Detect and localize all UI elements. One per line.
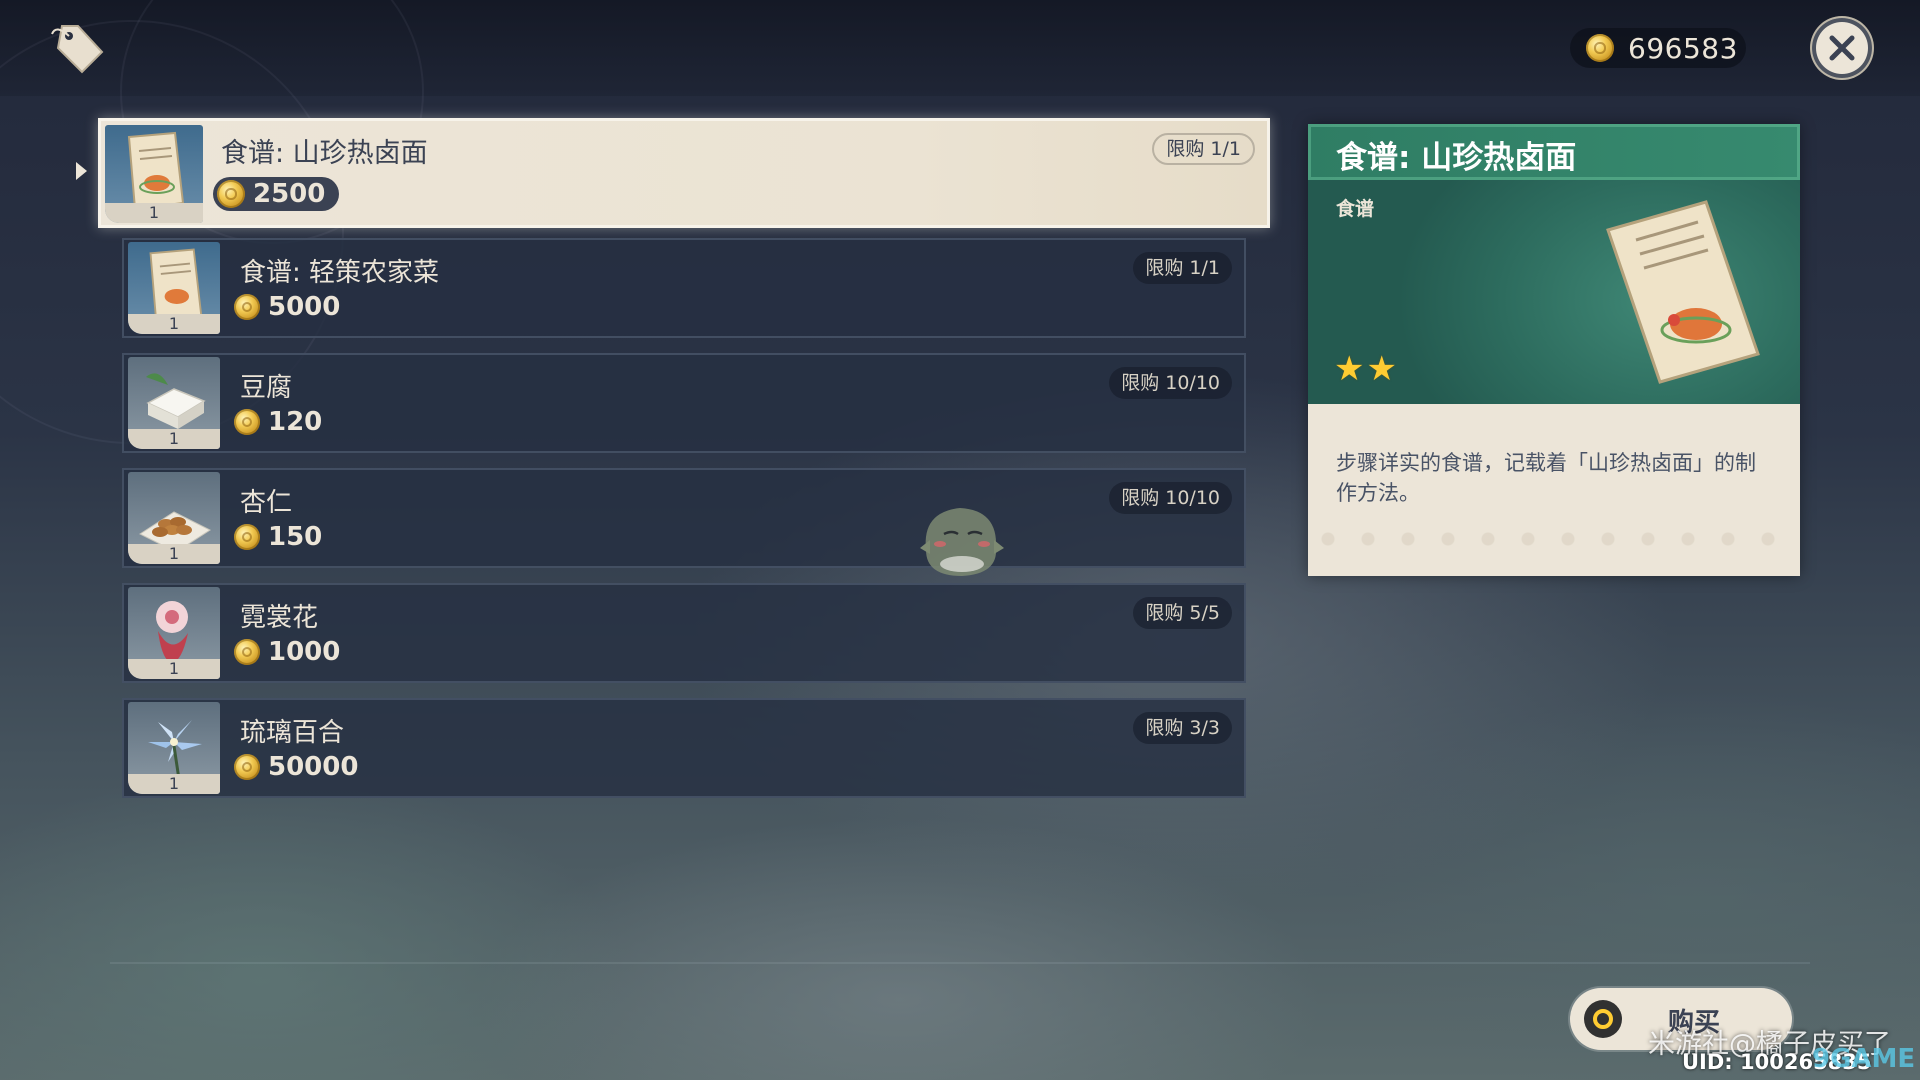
- currency-amount: 696583: [1628, 31, 1738, 65]
- close-icon: [1829, 35, 1855, 61]
- price-tag-icon: [48, 20, 108, 76]
- rarity-stars: ★ ★: [1334, 352, 1399, 386]
- item-quantity: 1: [128, 429, 220, 449]
- shop-item-row[interactable]: 1 霓裳花 1000 限购 5/5: [122, 583, 1246, 683]
- purchase-limit-badge: 限购 1/1: [1133, 252, 1232, 284]
- price-value: 2500: [253, 179, 326, 209]
- star-icon: ★: [1366, 349, 1397, 389]
- currency-display: 696583: [1570, 28, 1746, 68]
- glaze-lily-icon: 1: [128, 702, 220, 794]
- item-detail-panel: 食谱: 山珍热卤面 食谱 ★ ★ 步骤详实的食谱，记载着「山珍热卤面」的制作方法…: [1308, 124, 1800, 576]
- detail-hero: 食谱 ★ ★: [1308, 180, 1800, 404]
- price-value: 5000: [268, 292, 341, 322]
- star-icon: ★: [1334, 349, 1365, 389]
- item-price: 120: [234, 405, 322, 439]
- item-quantity: 1: [128, 544, 220, 564]
- price-value: 150: [268, 522, 323, 552]
- item-price: 50000: [234, 750, 358, 784]
- divider: [110, 962, 1810, 964]
- tofu-icon: 1: [128, 357, 220, 449]
- purchase-limit-badge: 限购 10/10: [1109, 367, 1232, 399]
- item-name: 食谱: 轻策农家菜: [240, 258, 440, 288]
- purchase-limit-badge: 限购 1/1: [1152, 133, 1255, 165]
- shop-item-row[interactable]: 1 食谱: 轻策农家菜 5000 限购 1/1: [122, 238, 1246, 338]
- shop-item-row[interactable]: 1 食谱: 山珍热卤面 2500 限购 1/1: [98, 118, 1270, 228]
- item-description: 步骤详实的食谱，记载着「山珍热卤面」的制作方法。: [1336, 451, 1756, 505]
- mora-coin-icon: [234, 409, 260, 435]
- shop-item-row[interactable]: 1 杏仁 150 限购 10/10: [122, 468, 1246, 568]
- price-value: 120: [268, 407, 323, 437]
- silk-flower-icon: 1: [128, 587, 220, 679]
- shop-screen: 696583 1 食谱: 山珍热卤面 2500 限购 1/1 1 食谱: 轻策农…: [0, 0, 1920, 1080]
- item-quantity: 1: [128, 314, 220, 334]
- detail-header: 食谱: 山珍热卤面: [1308, 124, 1800, 180]
- shop-item-row[interactable]: 1 豆腐 120 限购 10/10: [122, 353, 1246, 453]
- mora-coin-icon: [234, 639, 260, 665]
- recipe-scroll-icon: 1: [105, 125, 203, 223]
- detail-title: 食谱: 山珍热卤面: [1336, 140, 1577, 176]
- item-name: 琉璃百合: [240, 718, 345, 748]
- item-name: 豆腐: [240, 373, 293, 403]
- watermark-brand: 9GAME: [1812, 1044, 1916, 1074]
- confirm-circle-icon: [1584, 1000, 1622, 1038]
- item-name: 食谱: 山珍热卤面: [221, 138, 428, 169]
- selection-indicator-icon: [76, 162, 87, 180]
- close-button[interactable]: [1812, 18, 1872, 78]
- purchase-limit-badge: 限购 10/10: [1109, 482, 1232, 514]
- item-name: 霓裳花: [240, 603, 319, 633]
- almond-icon: 1: [128, 472, 220, 564]
- mora-coin-icon: [1586, 34, 1614, 62]
- item-quantity: 1: [128, 774, 220, 794]
- purchase-limit-badge: 限购 3/3: [1133, 712, 1232, 744]
- mascot-icon: [912, 500, 1012, 582]
- item-quantity: 1: [105, 203, 203, 223]
- mora-coin-icon: [234, 294, 260, 320]
- purchase-limit-badge: 限购 5/5: [1133, 597, 1232, 629]
- mora-coin-icon: [234, 524, 260, 550]
- price-value: 1000: [268, 637, 341, 667]
- item-price: 2500: [213, 177, 340, 211]
- decorative-pattern: [1308, 504, 1800, 574]
- item-price: 150: [234, 520, 322, 554]
- shop-item-row[interactable]: 1 琉璃百合 50000 限购 3/3: [122, 698, 1246, 798]
- recipe-scroll-icon: [1606, 200, 1760, 384]
- item-type: 食谱: [1336, 198, 1375, 220]
- price-value: 50000: [268, 752, 359, 782]
- item-quantity: 1: [128, 659, 220, 679]
- recipe-scroll-icon: 1: [128, 242, 220, 334]
- item-name: 杏仁: [240, 488, 293, 518]
- mora-coin-icon: [234, 754, 260, 780]
- item-price: 1000: [234, 635, 340, 669]
- mora-coin-icon: [217, 180, 245, 208]
- item-price: 5000: [234, 290, 340, 324]
